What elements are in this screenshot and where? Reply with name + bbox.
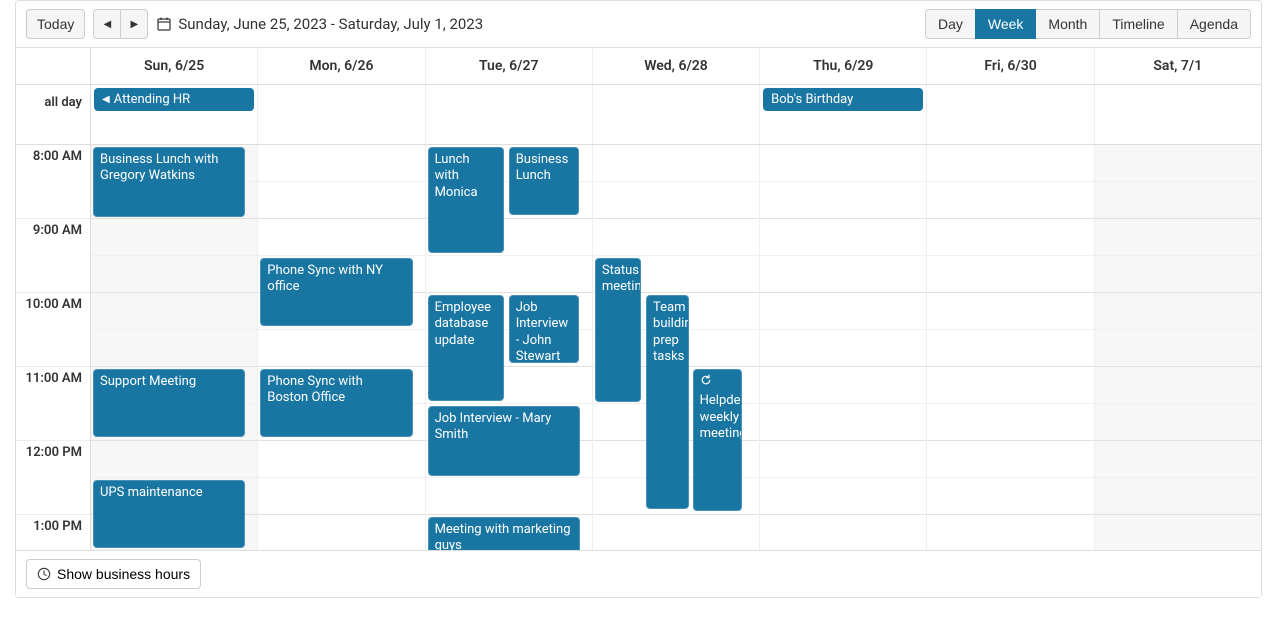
day-col-wed[interactable]: Status meeting Team building prep tasks … xyxy=(593,145,760,550)
allday-event[interactable]: Bob's Birthday xyxy=(763,88,923,111)
next-button[interactable]: ▶ xyxy=(120,9,148,39)
event[interactable]: Business Lunch with Gregory Watkins xyxy=(93,147,245,217)
prev-arrow-icon: ◀ xyxy=(102,94,110,105)
event[interactable]: Job Interview - John Stewart xyxy=(509,295,579,363)
today-button[interactable]: Today xyxy=(26,9,85,39)
allday-row: all day ◀ Attending HR Bob's Birthday xyxy=(16,85,1261,145)
allday-label: all day xyxy=(16,85,91,144)
allday-event-title: Bob's Birthday xyxy=(771,92,853,107)
day-col-sat[interactable] xyxy=(1095,145,1261,550)
event[interactable]: Lunch with Monica xyxy=(428,147,504,253)
day-col-thu[interactable] xyxy=(760,145,927,550)
event[interactable]: UPS maintenance xyxy=(93,480,245,548)
business-hours-label: Show business hours xyxy=(57,566,190,582)
event[interactable]: Phone Sync with NY office xyxy=(260,258,412,326)
view-day-button[interactable]: Day xyxy=(925,9,976,39)
view-timeline-button[interactable]: Timeline xyxy=(1099,9,1177,39)
day-col-tue[interactable]: Lunch with Monica Business Lunch Employe… xyxy=(426,145,593,550)
day-header-mon[interactable]: Mon, 6/26 xyxy=(258,48,425,84)
time-label: 11:00 AM xyxy=(16,367,90,441)
allday-cell-tue[interactable] xyxy=(426,85,593,144)
day-header-row: Sun, 6/25 Mon, 6/26 Tue, 6/27 Wed, 6/28 … xyxy=(16,48,1261,85)
event[interactable]: Status meeting xyxy=(595,258,642,402)
time-label: 8:00 AM xyxy=(16,145,90,219)
calendar-icon xyxy=(156,16,172,32)
clock-icon xyxy=(37,567,51,581)
event[interactable]: Support Meeting xyxy=(93,369,245,437)
time-label: 9:00 AM xyxy=(16,219,90,293)
day-header-thu[interactable]: Thu, 6/29 xyxy=(760,48,927,84)
event[interactable]: Business Lunch xyxy=(509,147,579,215)
date-range-picker[interactable]: Sunday, June 25, 2023 - Saturday, July 1… xyxy=(156,15,483,33)
time-col-spacer xyxy=(16,48,91,84)
view-month-button[interactable]: Month xyxy=(1035,9,1100,39)
day-header-sun[interactable]: Sun, 6/25 xyxy=(91,48,258,84)
event[interactable]: Employee database update xyxy=(428,295,504,401)
event[interactable]: Job Interview - Mary Smith xyxy=(428,406,580,476)
toolbar: Today ◀ ▶ Sunday, June 25, 2023 - Saturd… xyxy=(16,1,1261,48)
allday-event-title: Attending HR xyxy=(114,92,190,107)
event[interactable]: Team building prep tasks xyxy=(646,295,689,509)
day-header-fri[interactable]: Fri, 6/30 xyxy=(927,48,1094,84)
allday-cell-wed[interactable] xyxy=(593,85,760,144)
time-label: 10:00 AM xyxy=(16,293,90,367)
event-title: Helpdesk weekly meeting xyxy=(700,393,743,441)
view-agenda-button[interactable]: Agenda xyxy=(1177,9,1251,39)
time-label: 1:00 PM xyxy=(16,515,90,550)
day-header-tue[interactable]: Tue, 6/27 xyxy=(426,48,593,84)
day-header-sat[interactable]: Sat, 7/1 xyxy=(1095,48,1261,84)
event[interactable]: Phone Sync with Boston Office xyxy=(260,369,412,437)
event[interactable]: Meeting with marketing guys xyxy=(428,517,580,550)
time-label: 12:00 PM xyxy=(16,441,90,515)
allday-cell-sat[interactable] xyxy=(1095,85,1261,144)
recurring-icon xyxy=(700,374,712,391)
day-columns: Business Lunch with Gregory Watkins Supp… xyxy=(91,145,1261,550)
footer: Show business hours xyxy=(16,550,1261,597)
event[interactable]: Helpdesk weekly meeting xyxy=(693,369,743,511)
date-range-text: Sunday, June 25, 2023 - Saturday, July 1… xyxy=(178,15,483,33)
allday-event[interactable]: ◀ Attending HR xyxy=(94,88,254,111)
nav-group: ◀ ▶ xyxy=(93,9,148,39)
scheduler: Today ◀ ▶ Sunday, June 25, 2023 - Saturd… xyxy=(15,0,1262,598)
day-col-sun[interactable]: Business Lunch with Gregory Watkins Supp… xyxy=(91,145,258,550)
time-gutter: 8:00 AM 9:00 AM 10:00 AM 11:00 AM 12:00 … xyxy=(16,145,91,550)
day-col-mon[interactable]: Phone Sync with NY office Phone Sync wit… xyxy=(258,145,425,550)
view-switcher: Day Week Month Timeline Agenda xyxy=(925,9,1251,39)
day-col-fri[interactable] xyxy=(927,145,1094,550)
day-header-wed[interactable]: Wed, 6/28 xyxy=(593,48,760,84)
allday-cell-mon[interactable] xyxy=(258,85,425,144)
toolbar-left: Today ◀ ▶ Sunday, June 25, 2023 - Saturd… xyxy=(26,9,483,39)
allday-cell-thu[interactable]: Bob's Birthday xyxy=(760,85,927,144)
business-hours-button[interactable]: Show business hours xyxy=(26,559,201,589)
allday-cell-fri[interactable] xyxy=(927,85,1094,144)
time-grid: 8:00 AM 9:00 AM 10:00 AM 11:00 AM 12:00 … xyxy=(16,145,1261,550)
view-week-button[interactable]: Week xyxy=(975,9,1037,39)
allday-cell-sun[interactable]: ◀ Attending HR xyxy=(91,85,258,144)
prev-button[interactable]: ◀ xyxy=(93,9,121,39)
